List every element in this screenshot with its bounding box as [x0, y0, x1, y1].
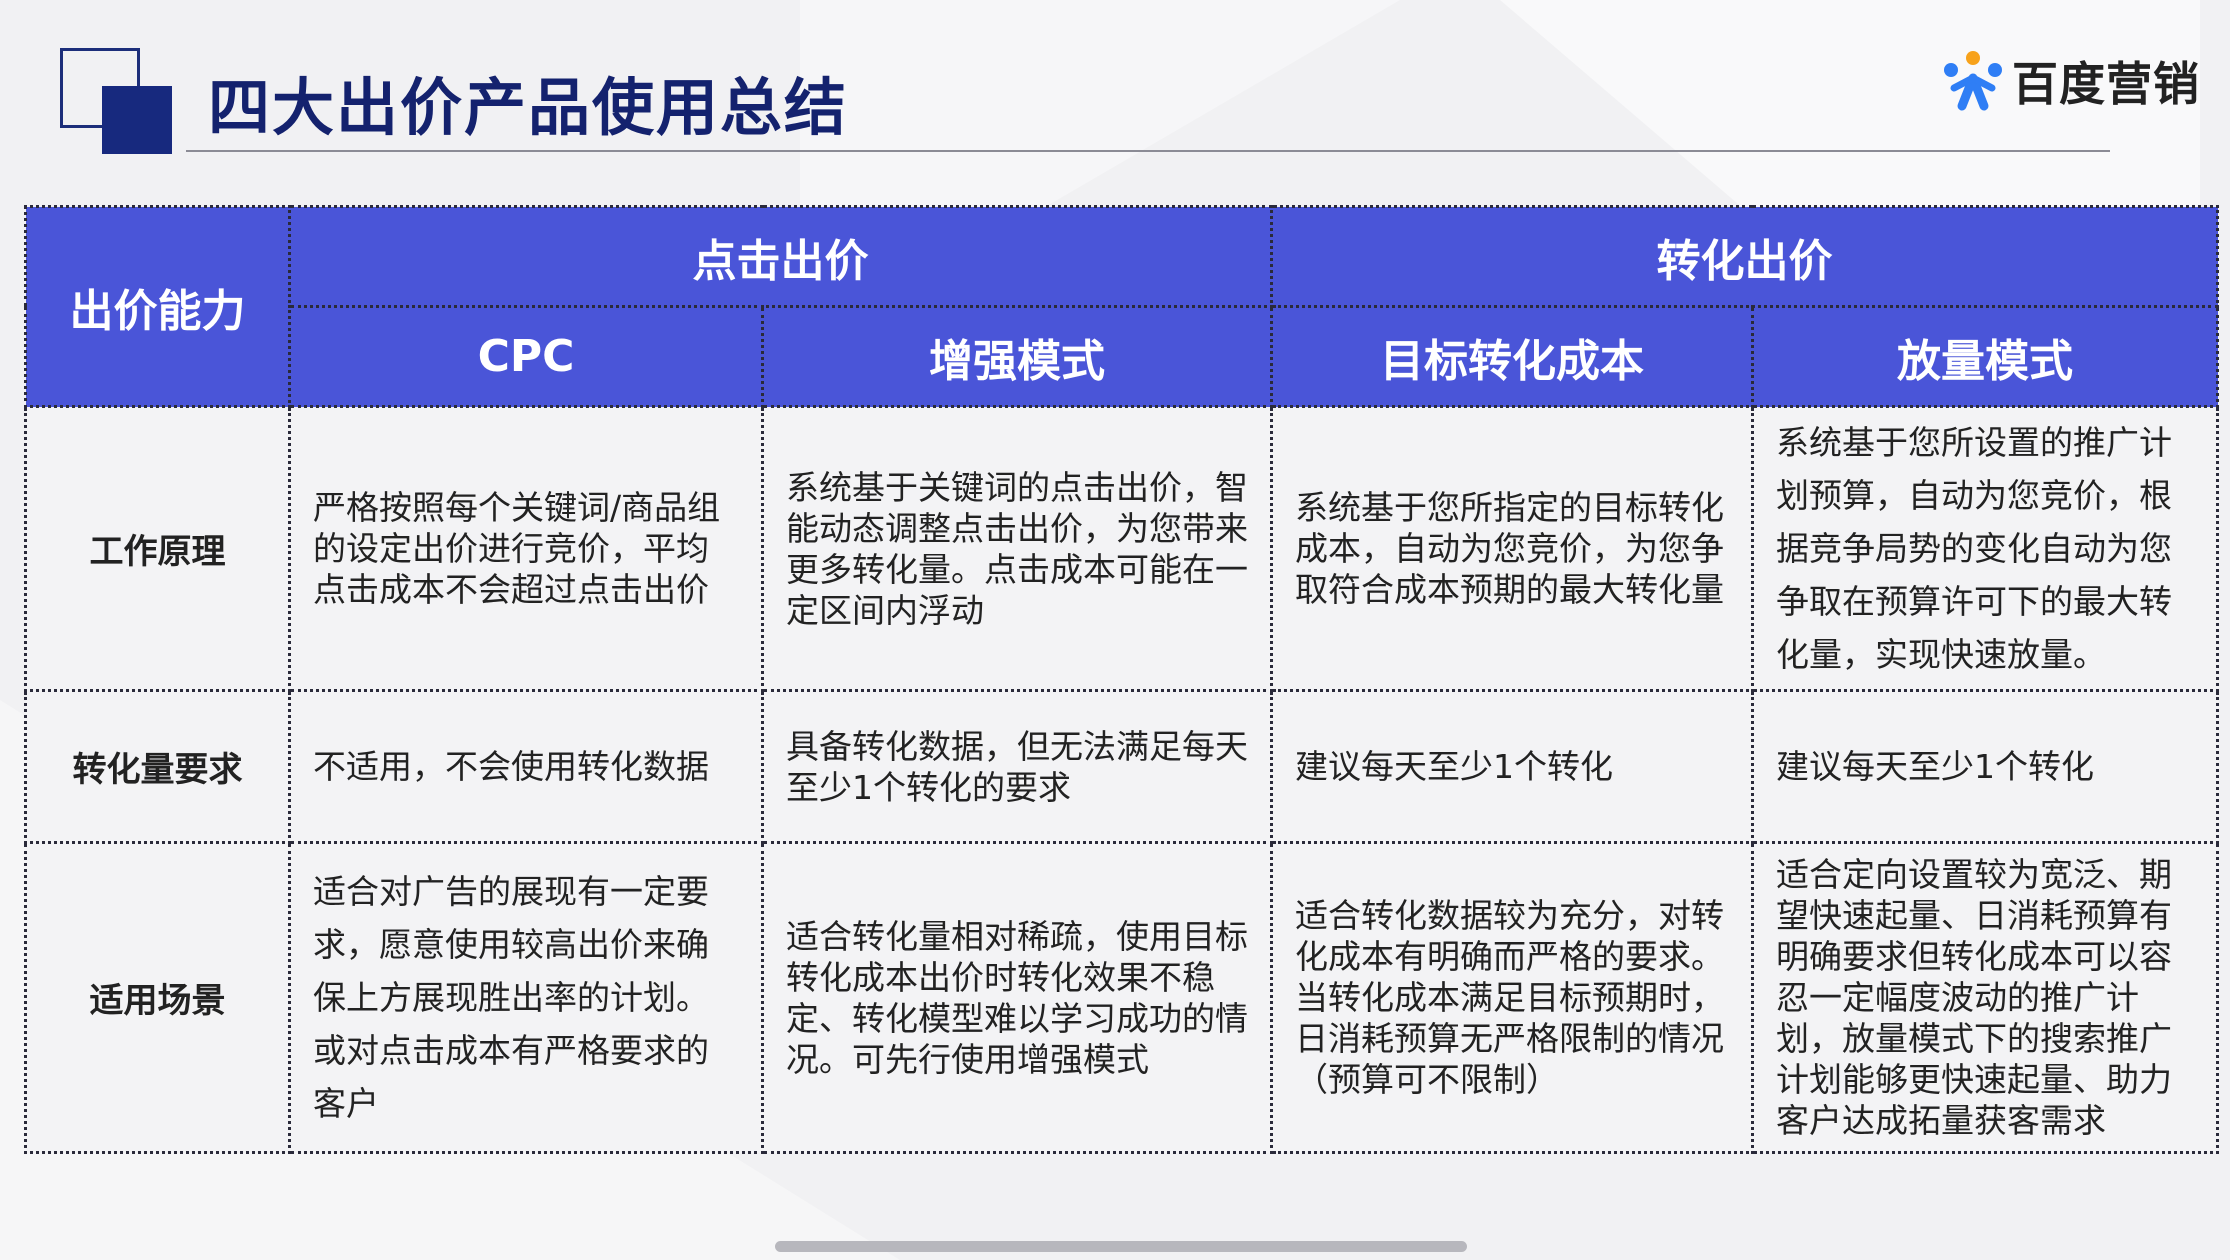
column-header-enhanced-mode: 增强模式 — [761, 305, 1273, 408]
corner-header: 出价能力 — [24, 205, 291, 408]
table-row: 工作原理 严格按照每个关键词/商品组的设定出价进行竞价，平均点击成本不会超过点击… — [24, 405, 2219, 692]
table-cell: 建议每天至少1个转化 — [1270, 689, 1754, 844]
table-cell: 不适用，不会使用转化数据 — [288, 689, 764, 844]
table-cell: 严格按照每个关键词/商品组的设定出价进行竞价，平均点击成本不会超过点击出价 — [288, 405, 764, 692]
title-divider — [186, 150, 2110, 152]
table-cell: 适合对广告的展现有一定要求，愿意使用较高出价来确保上方展现胜出率的计划。或对点击… — [288, 841, 764, 1154]
brand-logo: 百度营销 — [1940, 46, 2200, 116]
row-label: 工作原理 — [24, 405, 291, 692]
title-decoration-icon — [60, 48, 172, 154]
table-header-group-row: 出价能力 点击出价 转化出价 — [24, 205, 2219, 408]
table-row: 转化量要求 不适用，不会使用转化数据 具备转化数据，但无法满足每天至少1个转化的… — [24, 689, 2219, 844]
table-header-column-row: CPC 增强模式 目标转化成本 放量模式 — [26, 305, 2219, 408]
table-row: 适用场景 适合对广告的展现有一定要求，愿意使用较高出价来确保上方展现胜出率的计划… — [24, 841, 2219, 1154]
horizontal-scrollbar[interactable] — [775, 1241, 1467, 1252]
table-cell: 系统基于您所指定的目标转化成本，自动为您竞价，为您争取符合成本预期的最大转化量 — [1270, 405, 1754, 692]
row-label: 适用场景 — [24, 841, 291, 1154]
bidding-summary-table: 出价能力 点击出价 转化出价 CPC 增强模式 目标转化成本 放量模式 工作原理… — [24, 205, 2219, 1154]
title-decoration-solid-square — [102, 86, 172, 154]
table-cell: 具备转化数据，但无法满足每天至少1个转化的要求 — [761, 689, 1273, 844]
table-cell: 适合转化量相对稀疏，使用目标转化成本出价时转化效果不稳定、转化模型难以学习成功的… — [761, 841, 1273, 1154]
brand-name: 百度营销 — [2012, 57, 2200, 111]
table-cell: 系统基于您所设置的推广计划预算，自动为您竞价，根据竞争局势的变化自动为您争取在预… — [1751, 405, 2219, 692]
table-cell: 适合定向设置较为宽泛、期望快速起量、日消耗预算有明确要求但转化成本可以容忍一定幅… — [1751, 841, 2219, 1154]
group-header-conversion-bidding: 转化出价 — [1270, 205, 2219, 308]
table-cell: 系统基于关键词的点击出价，智能动态调整点击出价，为您带来更多转化量。点击成本可能… — [761, 405, 1273, 692]
table-cell: 适合转化数据较为充分，对转化成本有明确而严格的要求。 当转化成本满足目标预期时，… — [1270, 841, 1754, 1154]
column-header-target-cpa: 目标转化成本 — [1270, 305, 1754, 408]
column-header-volume-mode: 放量模式 — [1751, 305, 2219, 408]
row-label: 转化量要求 — [24, 689, 291, 844]
group-header-click-bidding: 点击出价 — [288, 205, 1273, 308]
page-title: 四大出价产品使用总结 — [208, 71, 849, 144]
table-cell: 建议每天至少1个转化 — [1751, 689, 2219, 844]
baidu-marketing-logo-icon — [1944, 51, 2002, 111]
column-header-cpc: CPC — [288, 305, 764, 408]
